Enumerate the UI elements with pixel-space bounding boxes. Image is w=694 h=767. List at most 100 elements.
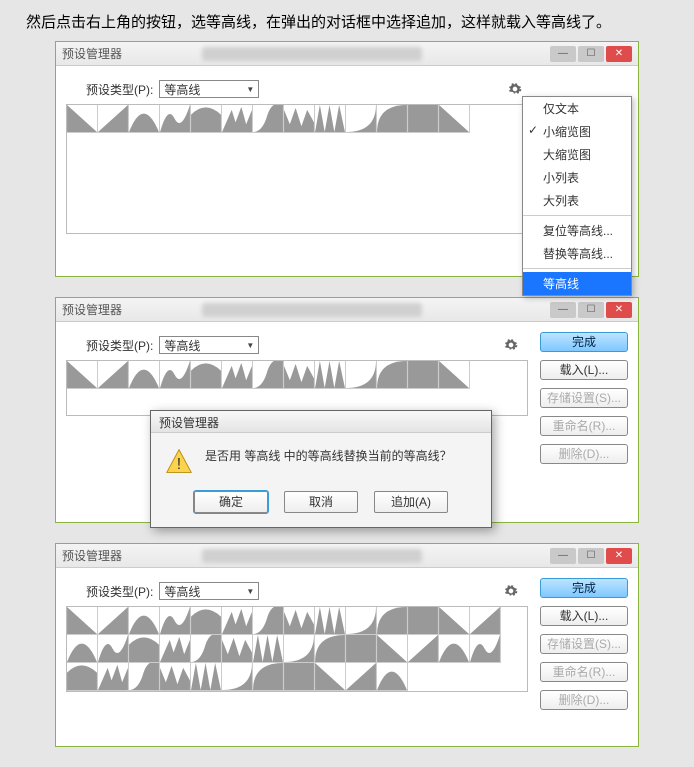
preset-thumbnail[interactable] — [315, 663, 346, 691]
minimize-button[interactable]: — — [550, 46, 576, 62]
preset-thumbnail[interactable] — [284, 105, 315, 133]
preset-thumbnail[interactable] — [160, 361, 191, 389]
gear-icon[interactable] — [504, 584, 518, 598]
menu-reset-contours[interactable]: 复位等高线... — [523, 219, 631, 242]
preset-thumbnail[interactable] — [377, 607, 408, 635]
preset-thumbnail[interactable] — [98, 607, 129, 635]
preset-thumbnail[interactable] — [98, 361, 129, 389]
preset-thumbnail[interactable] — [470, 607, 501, 635]
preset-thumbnail[interactable] — [160, 105, 191, 133]
preset-thumbnails[interactable] — [66, 606, 528, 692]
preset-thumbnail[interactable] — [222, 663, 253, 691]
preset-thumbnail[interactable] — [160, 635, 191, 663]
preset-type-select[interactable]: 等高线 — [159, 582, 259, 600]
preset-thumbnail[interactable] — [129, 663, 160, 691]
preset-thumbnail[interactable] — [284, 663, 315, 691]
preset-thumbnail[interactable] — [253, 361, 284, 389]
preset-thumbnail[interactable] — [253, 663, 284, 691]
preset-thumbnail[interactable] — [222, 105, 253, 133]
preset-thumbnail[interactable] — [346, 663, 377, 691]
preset-thumbnail[interactable] — [377, 361, 408, 389]
menu-large-list[interactable]: 大列表 — [523, 189, 631, 212]
preset-thumbnail[interactable] — [315, 607, 346, 635]
preset-thumbnail[interactable] — [439, 361, 470, 389]
close-button[interactable]: ✕ — [606, 548, 632, 564]
delete-button[interactable]: 删除(D)... — [540, 444, 628, 464]
load-button[interactable]: 载入(L)... — [540, 360, 628, 380]
rename-button[interactable]: 重命名(R)... — [540, 416, 628, 436]
close-button[interactable]: ✕ — [606, 46, 632, 62]
preset-thumbnail[interactable] — [67, 105, 98, 133]
preset-thumbnail[interactable] — [439, 635, 470, 663]
menu-small-thumb[interactable]: 小缩览图 — [523, 120, 631, 143]
preset-thumbnail[interactable] — [408, 105, 439, 133]
preset-thumbnail[interactable] — [98, 635, 129, 663]
dialog-cancel-button[interactable]: 取消 — [284, 491, 358, 513]
save-button[interactable]: 存储设置(S)... — [540, 388, 628, 408]
preset-thumbnail[interactable] — [377, 105, 408, 133]
preset-thumbnail[interactable] — [284, 361, 315, 389]
preset-thumbnail[interactable] — [408, 361, 439, 389]
preset-thumbnail[interactable] — [191, 105, 222, 133]
preset-thumbnail[interactable] — [67, 607, 98, 635]
preset-thumbnail[interactable] — [160, 663, 191, 691]
preset-thumbnail[interactable] — [129, 361, 160, 389]
preset-thumbnail[interactable] — [346, 105, 377, 133]
preset-thumbnail[interactable] — [439, 105, 470, 133]
preset-thumbnail[interactable] — [222, 635, 253, 663]
preset-thumbnail[interactable] — [408, 607, 439, 635]
preset-thumbnail[interactable] — [470, 635, 501, 663]
preset-thumbnail[interactable] — [222, 607, 253, 635]
gear-icon[interactable] — [504, 338, 518, 352]
load-button[interactable]: 载入(L)... — [540, 606, 628, 626]
menu-large-thumb[interactable]: 大缩览图 — [523, 143, 631, 166]
dialog-ok-button[interactable]: 确定 — [194, 491, 268, 513]
preset-thumbnail[interactable] — [439, 607, 470, 635]
preset-type-select[interactable]: 等高线 — [159, 336, 259, 354]
done-button[interactable]: 完成 — [540, 578, 628, 598]
preset-thumbnails[interactable] — [66, 360, 528, 416]
menu-text-only[interactable]: 仅文本 — [523, 97, 631, 120]
rename-button[interactable]: 重命名(R)... — [540, 662, 628, 682]
minimize-button[interactable]: — — [550, 302, 576, 318]
preset-thumbnail[interactable] — [377, 635, 408, 663]
done-button[interactable]: 完成 — [540, 332, 628, 352]
preset-thumbnail[interactable] — [191, 361, 222, 389]
close-button[interactable]: ✕ — [606, 302, 632, 318]
preset-thumbnail[interactable] — [315, 105, 346, 133]
preset-thumbnail[interactable] — [160, 607, 191, 635]
preset-thumbnail[interactable] — [284, 607, 315, 635]
save-button[interactable]: 存储设置(S)... — [540, 634, 628, 654]
menu-contours[interactable]: 等高线 — [523, 272, 631, 295]
preset-thumbnail[interactable] — [129, 635, 160, 663]
preset-thumbnail[interactable] — [284, 635, 315, 663]
preset-thumbnail[interactable] — [129, 105, 160, 133]
menu-small-list[interactable]: 小列表 — [523, 166, 631, 189]
preset-thumbnail[interactable] — [67, 361, 98, 389]
preset-thumbnail[interactable] — [98, 663, 129, 691]
preset-thumbnail[interactable] — [346, 607, 377, 635]
preset-thumbnail[interactable] — [253, 607, 284, 635]
preset-thumbnail[interactable] — [377, 663, 408, 691]
preset-thumbnails[interactable] — [66, 104, 532, 234]
dialog-append-button[interactable]: 追加(A) — [374, 491, 448, 513]
preset-thumbnail[interactable] — [315, 635, 346, 663]
preset-thumbnail[interactable] — [346, 635, 377, 663]
preset-thumbnail[interactable] — [222, 361, 253, 389]
preset-thumbnail[interactable] — [346, 361, 377, 389]
preset-thumbnail[interactable] — [253, 105, 284, 133]
preset-thumbnail[interactable] — [129, 607, 160, 635]
gear-icon[interactable] — [508, 82, 522, 96]
maximize-button[interactable]: ☐ — [578, 46, 604, 62]
minimize-button[interactable]: — — [550, 548, 576, 564]
preset-thumbnail[interactable] — [408, 635, 439, 663]
preset-thumbnail[interactable] — [98, 105, 129, 133]
delete-button[interactable]: 删除(D)... — [540, 690, 628, 710]
preset-thumbnail[interactable] — [191, 607, 222, 635]
preset-thumbnail[interactable] — [191, 663, 222, 691]
preset-thumbnail[interactable] — [67, 663, 98, 691]
maximize-button[interactable]: ☐ — [578, 302, 604, 318]
preset-thumbnail[interactable] — [191, 635, 222, 663]
preset-type-select[interactable]: 等高线 — [159, 80, 259, 98]
maximize-button[interactable]: ☐ — [578, 548, 604, 564]
